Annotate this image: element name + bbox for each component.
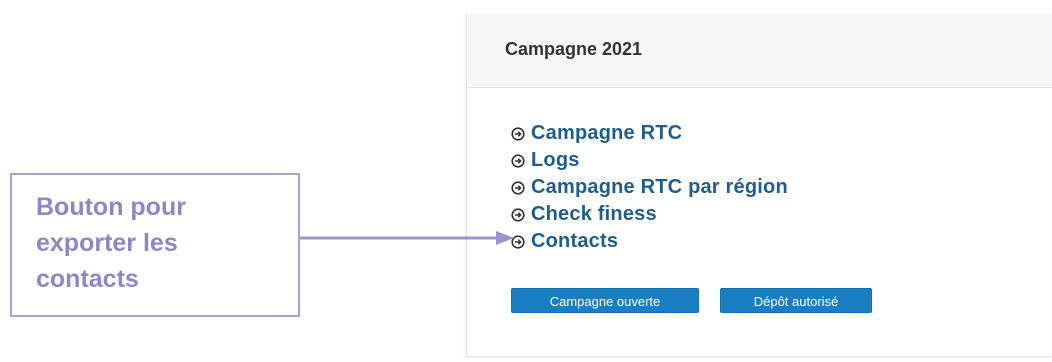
campaign-panel: Campagne 2021 Campagne RTC Logs Campagne… [466,14,1052,357]
link-logs[interactable]: Logs [511,147,788,174]
circle-arrow-right-icon [511,180,525,195]
link-label[interactable]: Campagne RTC [531,120,682,147]
link-label[interactable]: Contacts [531,228,618,255]
campagne-ouverte-button[interactable]: Campagne ouverte [511,288,699,313]
link-check-finess[interactable]: Check finess [511,201,788,228]
annotation-callout: Bouton pour exporter les contacts [10,173,300,317]
link-label[interactable]: Campagne RTC par région [531,174,788,201]
link-label[interactable]: Logs [531,147,580,174]
circle-arrow-right-icon [511,207,525,222]
link-campagne-rtc-par-region[interactable]: Campagne RTC par région [511,174,788,201]
annotation-arrow [300,231,514,245]
link-contacts[interactable]: Contacts [511,228,788,255]
circle-arrow-right-icon [511,153,525,168]
link-label[interactable]: Check finess [531,201,657,228]
depot-autorise-button[interactable]: Dépôt autorisé [720,288,872,313]
panel-title: Campagne 2021 [505,39,643,59]
circle-arrow-right-icon [511,126,525,141]
annotation-text: Bouton pour exporter les contacts [36,193,186,293]
status-button-row: Campagne ouverte Dépôt autorisé [511,288,872,313]
panel-header: Campagne 2021 [467,14,1052,88]
link-campagne-rtc[interactable]: Campagne RTC [511,120,788,147]
campaign-link-list: Campagne RTC Logs Campagne RTC par régio… [511,120,788,255]
